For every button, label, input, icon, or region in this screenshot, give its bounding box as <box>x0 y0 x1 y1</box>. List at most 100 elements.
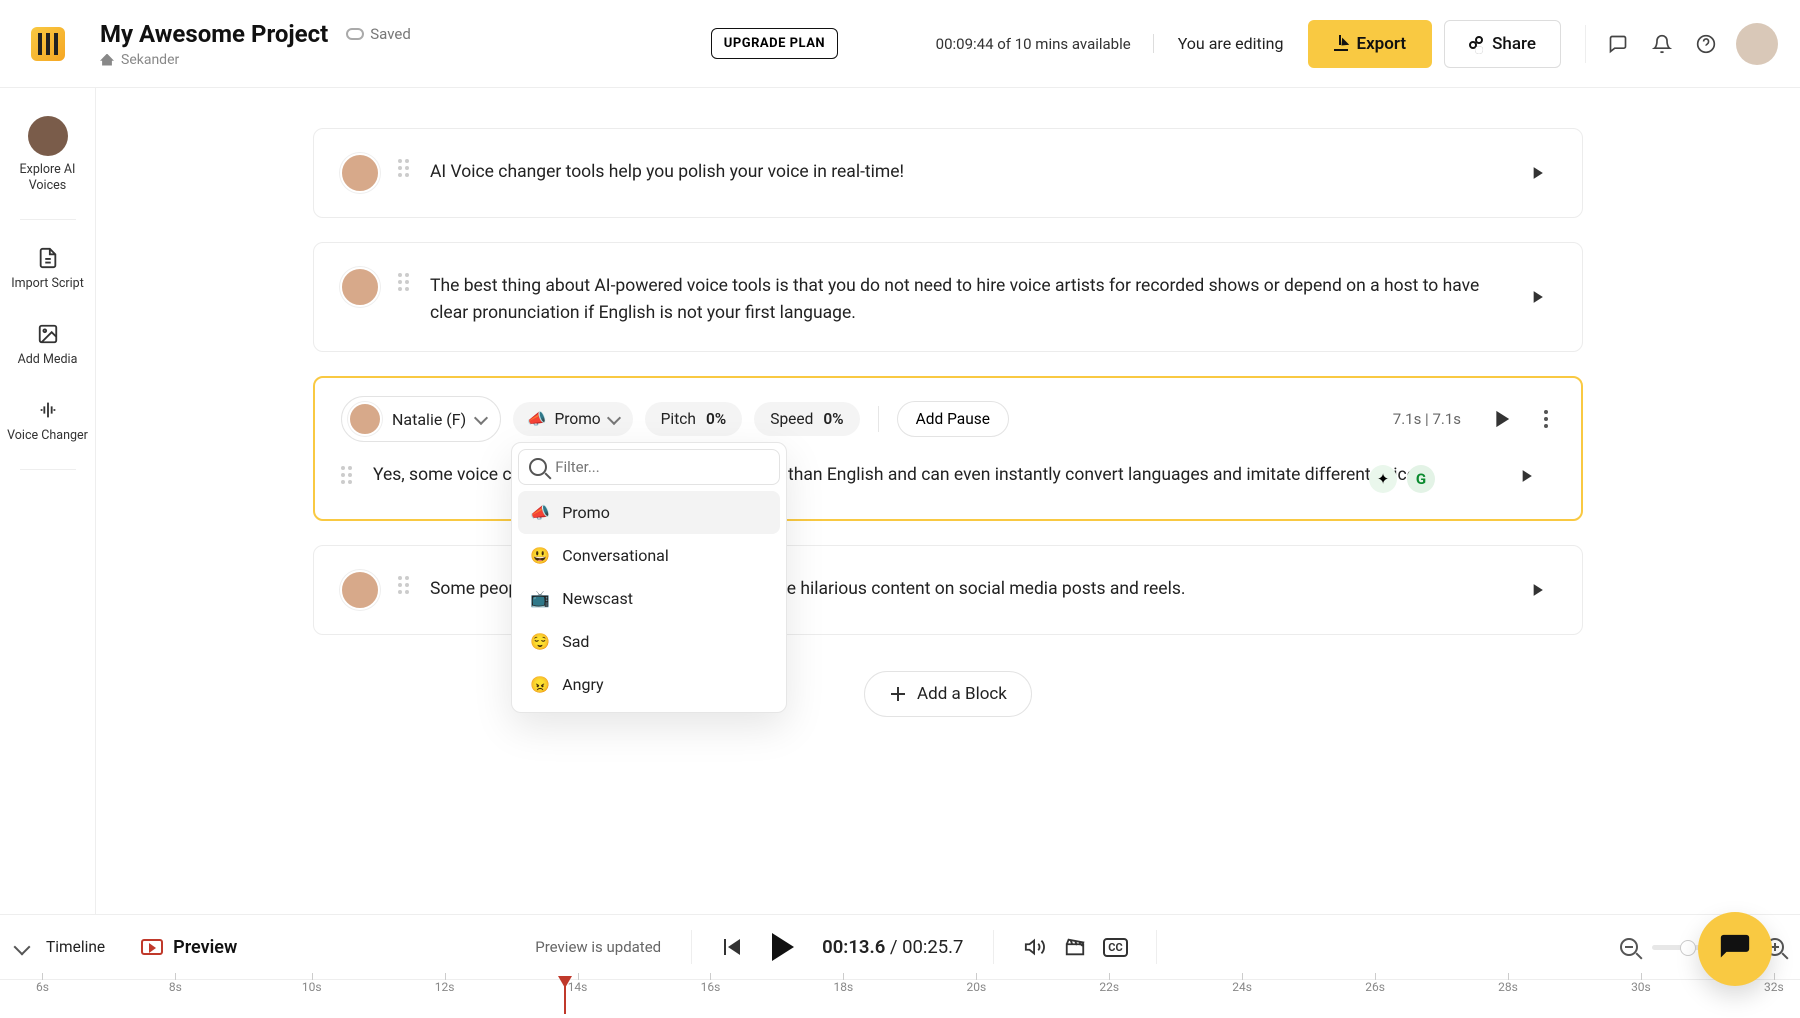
drag-handle-icon[interactable] <box>398 273 412 291</box>
chat-fab[interactable] <box>1698 912 1772 986</box>
timecode: 00:13.6 / 00:25.7 <box>822 936 963 958</box>
sidebar-label: Import Script <box>11 276 84 292</box>
preview-toggle[interactable]: Preview <box>141 937 237 958</box>
zoom-out-button[interactable] <box>1620 938 1638 956</box>
ruler-tick: 30s <box>1631 980 1651 994</box>
share-button[interactable]: Share <box>1444 20 1561 68</box>
ruler-tick: 18s <box>834 980 854 994</box>
block-voice-avatar[interactable] <box>340 153 380 193</box>
document-icon <box>36 246 60 270</box>
timeline-collapse-icon[interactable] <box>14 939 31 956</box>
chevron-down-icon <box>607 411 621 425</box>
skip-back-button[interactable] <box>722 936 744 958</box>
style-option-angry[interactable]: 😠 Angry <box>518 663 780 706</box>
grammar-chip[interactable]: G <box>1407 465 1435 493</box>
notifications-icon[interactable] <box>1640 22 1684 66</box>
search-icon <box>529 458 547 476</box>
drag-handle-icon[interactable] <box>398 576 412 594</box>
style-option-label: Sad <box>562 632 589 651</box>
style-option-sad[interactable]: 😌Sad <box>518 620 780 663</box>
preview-icon <box>141 939 163 955</box>
style-selector[interactable]: 📣 Promo <box>513 402 632 436</box>
export-label: Export <box>1357 34 1407 54</box>
voice-avatar-icon <box>28 116 68 156</box>
timeline-label: Timeline <box>46 938 105 956</box>
style-emoji-icon: 😃 <box>530 546 550 565</box>
add-pause-button[interactable]: Add Pause <box>897 401 1009 437</box>
ruler-tick: 16s <box>701 980 721 994</box>
drag-handle-icon[interactable] <box>341 466 355 484</box>
play-block-button[interactable] <box>1520 280 1554 314</box>
sidebar-add-media[interactable]: Add Media <box>0 312 95 378</box>
ruler-tick: 8s <box>169 980 182 994</box>
timeline-ruler[interactable]: 6s8s10s12s14s16s18s20s22s24s26s28s30s32s <box>0 979 1800 1018</box>
upgrade-plan-button[interactable]: UPGRADE PLAN <box>711 28 838 59</box>
ruler-tick: 22s <box>1099 980 1119 994</box>
ruler-tick: 12s <box>435 980 455 994</box>
play-block-button[interactable] <box>1509 459 1543 493</box>
speed-label: Speed <box>770 410 813 428</box>
user-avatar[interactable] <box>1736 23 1778 65</box>
breadcrumb[interactable]: Sekander <box>100 52 411 68</box>
block-text[interactable]: AI Voice changer tools help you polish y… <box>430 153 1512 186</box>
project-title[interactable]: My Awesome Project <box>100 20 328 48</box>
captions-button[interactable]: CC <box>1104 936 1126 958</box>
home-icon <box>100 54 114 66</box>
style-dropdown[interactable]: 📣Promo😃Conversational📺Newscast😌Sad 😠 Angry <box>511 442 787 713</box>
sidebar-explore-voices[interactable]: Explore AI Voices <box>0 106 95 203</box>
wave-icon <box>36 398 60 422</box>
add-block-label: Add a Block <box>917 684 1007 704</box>
playhead[interactable] <box>558 976 572 988</box>
dropdown-search[interactable] <box>518 449 780 485</box>
ruler-tick: 24s <box>1232 980 1252 994</box>
scene-marker-button[interactable] <box>1064 936 1086 958</box>
pitch-value: 0% <box>706 410 726 428</box>
script-block[interactable]: AI Voice changer tools help you polish y… <box>313 128 1583 218</box>
style-option-label: Angry <box>562 675 603 694</box>
style-emoji-icon: 😠 <box>530 675 550 694</box>
play-block-button[interactable] <box>1487 405 1515 433</box>
play-button[interactable] <box>772 936 794 958</box>
ruler-tick: 32s <box>1764 980 1784 994</box>
speed-value: 0% <box>823 410 843 428</box>
script-block[interactable]: The best thing about AI-powered voice to… <box>313 242 1583 352</box>
block-menu-button[interactable] <box>1537 410 1555 428</box>
speed-control[interactable]: Speed 0% <box>754 402 859 436</box>
ruler-tick: 10s <box>302 980 322 994</box>
export-button[interactable]: Export <box>1308 20 1433 68</box>
sidebar-voice-changer[interactable]: Voice Changer <box>0 388 95 454</box>
play-block-button[interactable] <box>1520 156 1554 190</box>
style-option-newscast[interactable]: 📺Newscast <box>518 577 780 620</box>
style-option-label: Promo <box>562 503 610 522</box>
app-logo[interactable] <box>0 0 96 88</box>
block-text[interactable]: The best thing about AI-powered voice to… <box>430 267 1512 327</box>
comments-icon[interactable] <box>1596 22 1640 66</box>
share-label: Share <box>1492 34 1536 54</box>
style-option-promo[interactable]: 📣Promo <box>518 491 780 534</box>
style-label: Promo <box>555 410 601 428</box>
script-block[interactable]: Some people use voice-changing tools to … <box>313 545 1583 635</box>
ruler-tick: 26s <box>1365 980 1385 994</box>
help-icon[interactable] <box>1684 22 1728 66</box>
style-option-conversational[interactable]: 😃Conversational <box>518 534 780 577</box>
script-block-active[interactable]: Natalie (F) 📣 Promo Pitch 0% Speed 0% <box>313 376 1583 521</box>
download-icon <box>1334 37 1348 51</box>
voice-selector[interactable]: Natalie (F) <box>341 396 501 442</box>
time-available: 00:09:44 of 10 mins available <box>936 35 1131 53</box>
dropdown-filter-input[interactable] <box>555 458 769 476</box>
share-icon <box>1469 37 1483 51</box>
plus-icon <box>889 685 907 703</box>
cloud-icon <box>346 28 364 40</box>
block-voice-avatar[interactable] <box>340 570 380 610</box>
assist-chip[interactable]: ✦ <box>1369 465 1397 493</box>
add-block-button[interactable]: Add a Block <box>864 671 1032 717</box>
drag-handle-icon[interactable] <box>398 159 412 177</box>
volume-button[interactable] <box>1024 936 1046 958</box>
voice-avatar-icon <box>348 402 382 436</box>
image-icon <box>36 322 60 346</box>
pitch-control[interactable]: Pitch 0% <box>645 402 743 436</box>
block-voice-avatar[interactable] <box>340 267 380 307</box>
play-block-button[interactable] <box>1520 573 1554 607</box>
pitch-label: Pitch <box>661 410 696 428</box>
sidebar-import-script[interactable]: Import Script <box>0 236 95 302</box>
